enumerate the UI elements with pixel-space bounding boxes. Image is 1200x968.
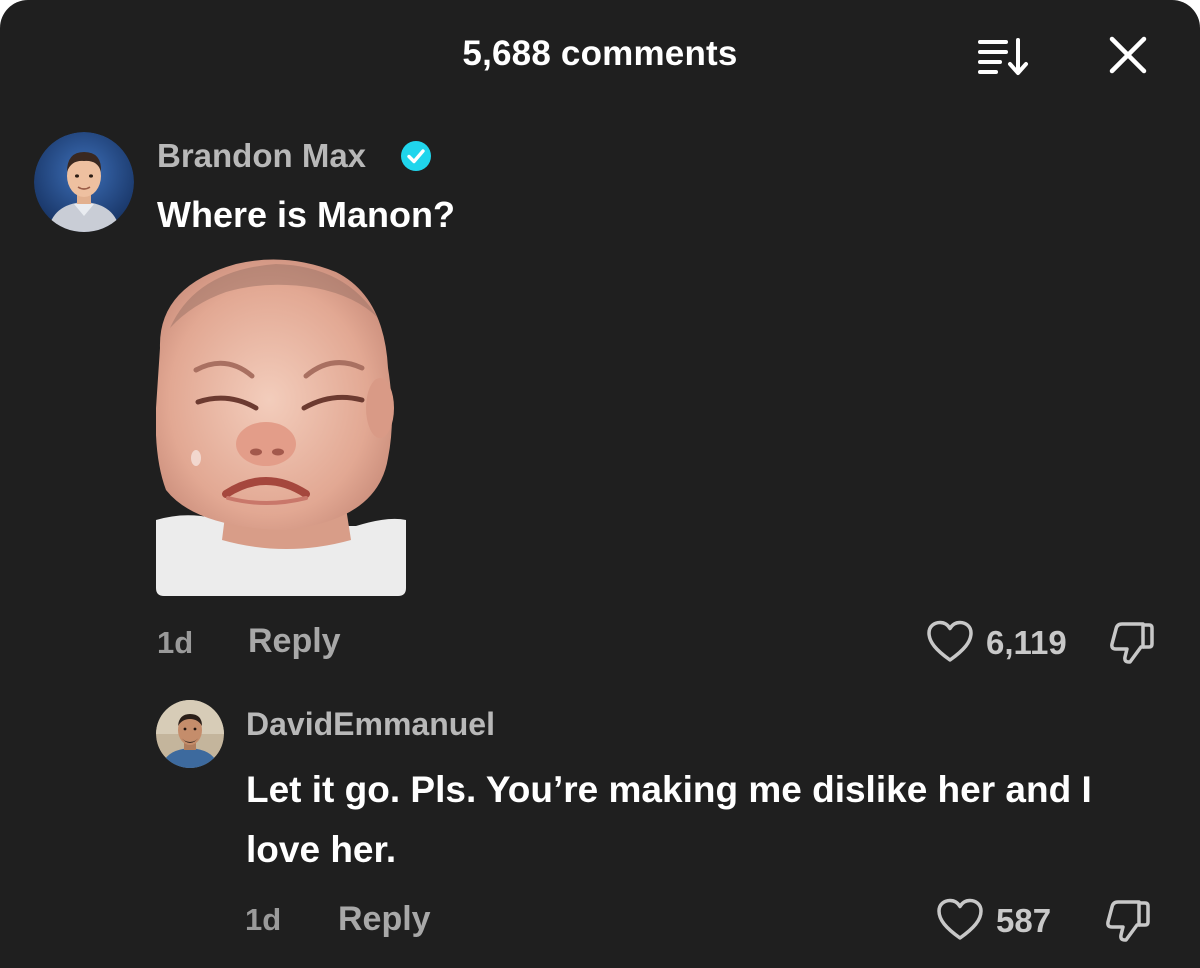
heart-icon[interactable] — [926, 620, 974, 664]
heart-icon[interactable] — [936, 898, 984, 942]
like-count: 587 — [996, 902, 1052, 939]
comment-timestamp: 1d — [245, 902, 282, 937]
crying-baby-sticker[interactable] — [155, 258, 408, 596]
sort-icon[interactable] — [976, 30, 1032, 80]
thumbs-down-icon[interactable] — [1104, 896, 1152, 944]
like-count: 6,119 — [986, 624, 1067, 661]
reply-button[interactable]: Reply — [248, 622, 341, 661]
verified-badge-icon — [400, 140, 432, 172]
reply-button[interactable]: Reply — [338, 900, 431, 939]
comment-text: Let it go. Pls. You’re making me dislike… — [246, 769, 1092, 870]
avatar[interactable] — [34, 132, 134, 232]
comment-text: Where is Manon? — [157, 194, 456, 235]
thumbs-down-icon[interactable] — [1108, 618, 1156, 666]
comments-panel: 5,688 comments Brandon Max Where is Mano… — [0, 0, 1200, 968]
comment-timestamp: 1d — [157, 625, 194, 660]
comment-username[interactable]: Brandon Max — [157, 137, 366, 175]
close-icon[interactable] — [1102, 30, 1154, 80]
comment-username[interactable]: DavidEmmanuel — [246, 706, 495, 743]
avatar[interactable] — [156, 700, 224, 768]
